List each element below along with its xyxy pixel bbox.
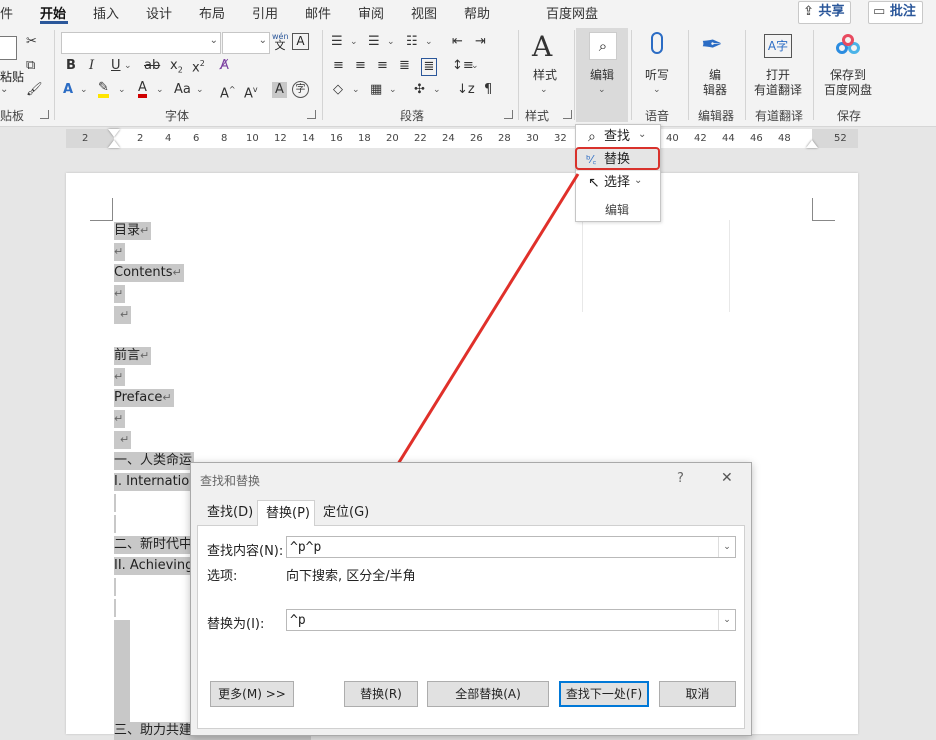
more-button[interactable]: 更多(M) >> — [210, 681, 294, 707]
cancel-button[interactable]: 取消 — [659, 681, 736, 707]
replace-with-input[interactable]: ^p ⌄ — [286, 609, 736, 631]
replace-with-label: 替换为(I): — [207, 617, 265, 632]
dialog-title: 查找和替换 — [200, 474, 261, 488]
chevron-down-icon[interactable]: ⌄ — [718, 537, 735, 557]
options-label: 选项: — [207, 569, 238, 584]
find-replace-dialog: 查找和替换 ? ✕ 查找(D) 替换(P) 定位(G) 查找内容(N): ^p^… — [190, 462, 752, 736]
find-what-input[interactable]: ^p^p ⌄ — [286, 536, 736, 558]
replace-button[interactable]: 替换(R) — [344, 681, 418, 707]
help-icon[interactable]: ? — [677, 471, 684, 486]
tab-find[interactable]: 查找(D) — [207, 502, 253, 524]
dialog-panel: 查找内容(N): ^p^p ⌄ 选项: 向下搜索, 区分全/半角 替换为(I):… — [197, 525, 745, 729]
close-icon[interactable]: ✕ — [721, 470, 733, 486]
find-next-button[interactable]: 查找下一处(F) — [559, 681, 649, 707]
chevron-down-icon[interactable]: ⌄ — [718, 610, 735, 630]
tab-goto[interactable]: 定位(G) — [323, 502, 369, 524]
tab-replace-active[interactable]: 替换(P) — [257, 500, 315, 526]
find-what-label: 查找内容(N): — [207, 544, 284, 559]
replace-all-button[interactable]: 全部替换(A) — [427, 681, 549, 707]
options-value: 向下搜索, 区分全/半角 — [286, 569, 416, 584]
